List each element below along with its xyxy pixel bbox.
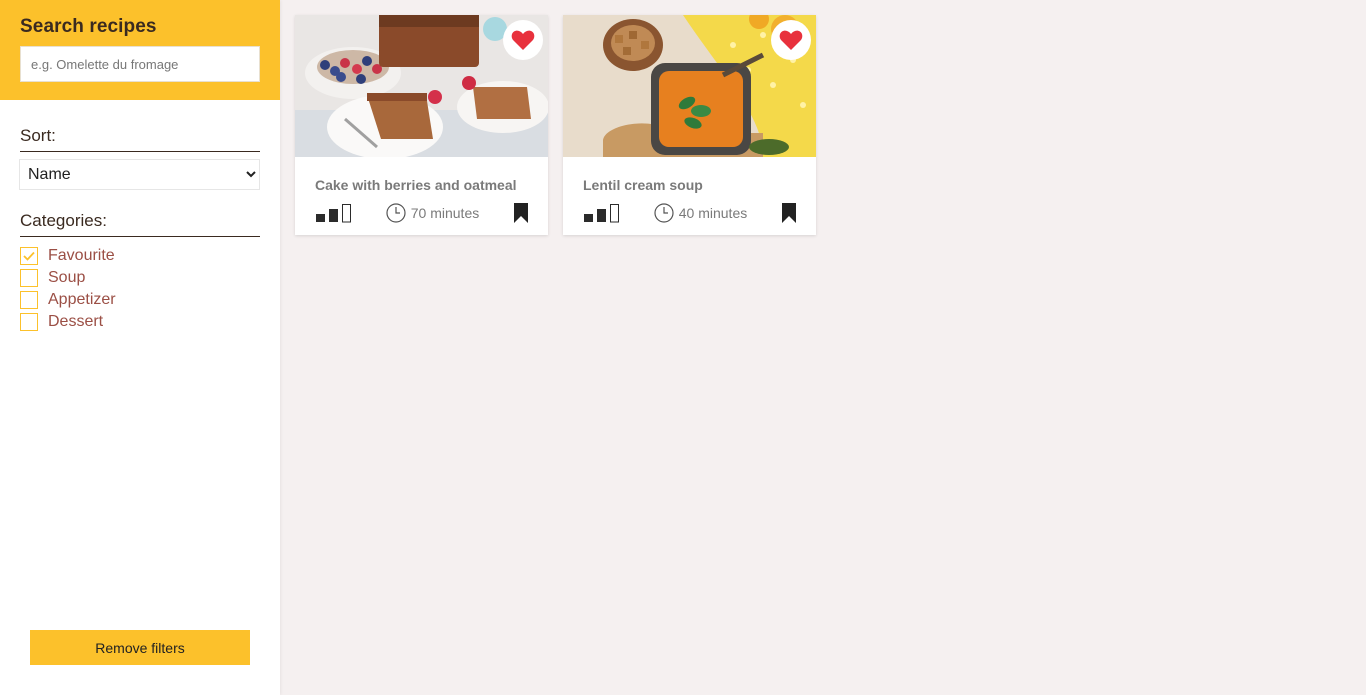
clock-icon <box>654 203 674 223</box>
category-list: Favourite Soup Appetizer Dessert <box>20 245 260 333</box>
recipe-title[interactable]: Cake with berries and oatmeal <box>315 177 517 193</box>
recipe-grid: Cake with berries and oatmeal 70 minutes <box>295 15 831 235</box>
favourite-button[interactable] <box>503 20 543 60</box>
remove-filters-button[interactable]: Remove filters <box>30 630 250 665</box>
cooking-time-label: 40 minutes <box>678 205 748 221</box>
heart-icon <box>511 30 535 50</box>
bookmark-icon <box>781 203 796 223</box>
clock-icon <box>386 203 406 223</box>
category-soup[interactable]: Soup <box>20 267 260 289</box>
sort-title: Sort: <box>20 126 260 152</box>
recipe-meta: 40 minutes <box>583 203 796 223</box>
bookmark-button[interactable] <box>513 203 528 223</box>
category-label: Soup <box>48 269 86 286</box>
category-appetizer[interactable]: Appetizer <box>20 289 260 311</box>
bookmark-icon <box>513 203 528 223</box>
sort-section: Sort: Name <box>0 126 280 190</box>
search-panel: Search recipes <box>0 0 280 100</box>
category-label: Dessert <box>48 313 104 330</box>
recipe-title[interactable]: Lentil cream soup <box>583 177 703 193</box>
recipe-card[interactable]: Cake with berries and oatmeal 70 minutes <box>295 15 548 235</box>
categories-section: Categories: Favourite Soup Appetizer Des… <box>0 211 280 333</box>
difficulty-icon <box>584 204 619 223</box>
categories-title: Categories: <box>20 211 260 237</box>
cooking-time: 40 minutes <box>654 203 747 223</box>
heart-icon <box>779 30 803 50</box>
dessert-checkbox[interactable] <box>20 313 38 331</box>
category-label: Favourite <box>48 247 115 264</box>
category-dessert[interactable]: Dessert <box>20 311 260 333</box>
favourite-button[interactable] <box>771 20 811 60</box>
soup-checkbox[interactable] <box>20 269 38 287</box>
sidebar: Search recipes Sort: Name Categories: Fa… <box>0 0 280 695</box>
bookmark-button[interactable] <box>781 203 796 223</box>
appetizer-checkbox[interactable] <box>20 291 38 309</box>
recipe-card[interactable]: Lentil cream soup 40 minutes <box>563 15 816 235</box>
recipe-meta: 70 minutes <box>315 203 528 223</box>
cooking-time-label: 70 minutes <box>410 205 480 221</box>
check-icon <box>23 251 35 261</box>
favourite-checkbox[interactable] <box>20 247 38 265</box>
cooking-time: 70 minutes <box>386 203 479 223</box>
search-title: Search recipes <box>20 16 157 37</box>
search-input[interactable] <box>20 46 260 82</box>
sort-select[interactable]: Name <box>19 159 260 190</box>
category-label: Appetizer <box>48 291 116 308</box>
category-favourite[interactable]: Favourite <box>20 245 260 267</box>
difficulty-icon <box>316 204 351 223</box>
